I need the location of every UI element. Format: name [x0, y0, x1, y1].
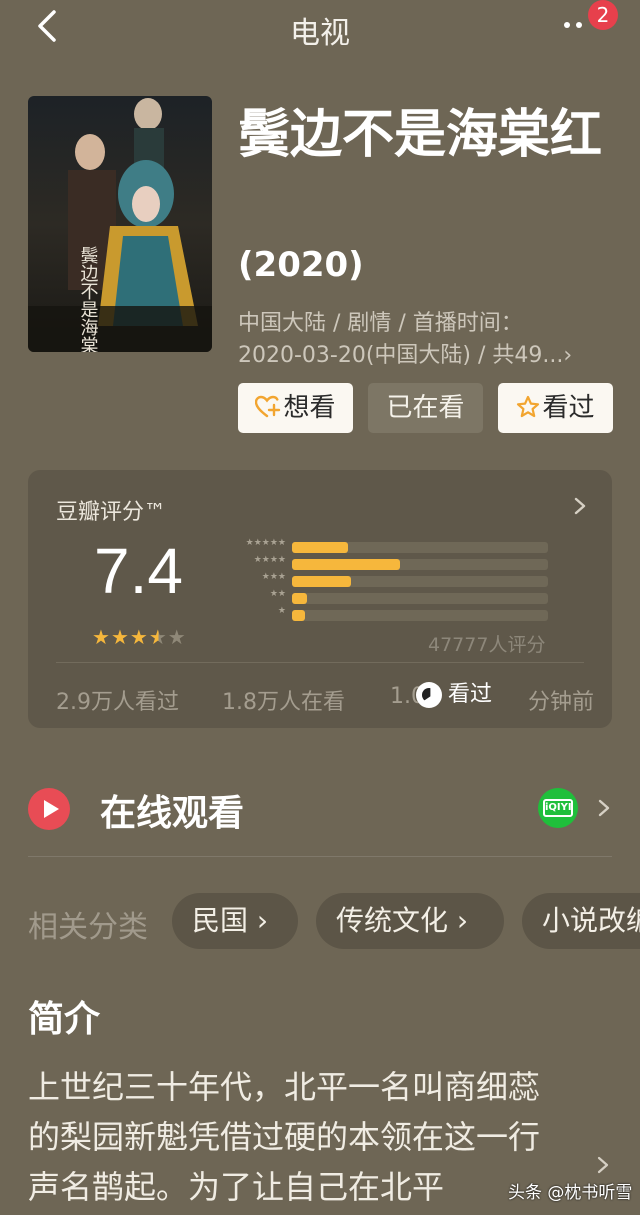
partial-stat-right: 分钟前 — [528, 690, 595, 715]
show-title: 鬓边不是海棠红 — [238, 105, 603, 165]
meta-line-2: 2020-03-20(中国大陆) / 共49...› — [238, 343, 573, 368]
divider — [28, 856, 612, 857]
distribution-stars: ★★★★ — [253, 555, 286, 565]
douban-rating-card[interactable]: 豆瓣评分™ 7.4 ★★★★★ ★★★★★ ★★★★ ★★★ ★★ ★ 47777人评分… — [28, 470, 612, 728]
meta-line-1: 中国大陆 / 剧情 / 首播时间： — [238, 311, 523, 336]
watched-count: 2.9万人看过 — [56, 690, 179, 715]
distribution-bar — [292, 542, 349, 553]
star-outline-icon — [517, 395, 540, 417]
divider — [56, 662, 584, 663]
chevron-right-icon[interactable] — [596, 1154, 610, 1176]
distribution-row: ★ — [218, 606, 558, 622]
synopsis-heading: 简介 — [28, 999, 101, 1040]
star-icon: ★ — [110, 625, 130, 649]
rating-count: 47777人评分 — [428, 634, 546, 656]
distribution-track — [292, 610, 548, 621]
distribution-stars: ★★★★★ — [245, 538, 286, 548]
watching-count: 1.8万人在看 — [222, 690, 345, 715]
distribution-track — [292, 576, 548, 587]
category-chip-novel-adaptation[interactable]: 小说改编 — [522, 893, 640, 949]
toast-text: 看过 — [448, 682, 493, 707]
show-meta[interactable]: 中国大陆 / 剧情 / 首播时间： 2020-03-20(中国大陆) / 共49… — [238, 308, 610, 372]
notification-badge[interactable]: 2 — [588, 0, 618, 30]
distribution-track — [292, 593, 548, 604]
star-icon: ★ — [148, 625, 168, 649]
category-chip-traditional-culture[interactable]: 传统文化 › — [316, 893, 504, 949]
heart-plus-icon — [255, 395, 281, 417]
play-icon — [28, 788, 70, 830]
rating-label: 豆瓣评分™ — [56, 500, 167, 525]
iqiyi-icon[interactable]: iQIYI — [538, 788, 578, 828]
star-icon: ★ — [92, 625, 111, 649]
distribution-row: ★★★ — [218, 572, 558, 588]
watch-online-row[interactable]: 在线观看 iQIYI — [28, 774, 612, 842]
top-bar: 电视 2 — [0, 0, 640, 52]
watched-button[interactable]: 看过 — [498, 383, 613, 433]
watch-online-label: 在线观看 — [100, 793, 245, 834]
distribution-stars: ★★★ — [261, 572, 286, 582]
star-icon: ★ — [167, 625, 187, 649]
loading-spinner-icon — [416, 682, 442, 708]
toast-overlay: 看过 — [416, 676, 492, 714]
distribution-stars: ★ — [277, 606, 286, 616]
related-categories-label: 相关分类 — [28, 910, 148, 945]
iqiyi-logo-text: iQIYI — [543, 799, 573, 817]
synopsis-text[interactable]: 上世纪三十年代，北平一名叫商细蕊的梨园新魁凭借过硬的本领在这一行声名鹊起。为了让… — [28, 1062, 568, 1212]
distribution-bar — [292, 593, 308, 604]
watched-label: 看过 — [542, 393, 595, 423]
distribution-track — [292, 559, 548, 570]
distribution-bar — [292, 559, 400, 570]
distribution-stars: ★★ — [269, 589, 286, 599]
want-to-watch-button[interactable]: 想看 — [238, 383, 353, 433]
want-label: 想看 — [283, 393, 336, 423]
watching-button[interactable]: 已在看 — [368, 383, 483, 433]
chevron-right-icon[interactable] — [596, 796, 612, 820]
rating-stars: ★★★★★ — [92, 625, 187, 649]
distribution-row: ★★★★ — [218, 555, 558, 571]
distribution-bar — [292, 610, 305, 621]
chevron-right-icon[interactable] — [570, 494, 590, 518]
watermark: 头条 @枕书听雪 — [508, 1183, 633, 1203]
show-year: (2020) — [238, 245, 364, 285]
poster-image[interactable]: 鬓边不是海棠红 — [28, 96, 212, 352]
distribution-track — [292, 542, 548, 553]
watching-label: 已在看 — [386, 393, 465, 423]
distribution-row: ★★ — [218, 589, 558, 605]
star-icon: ★ — [129, 625, 149, 649]
page-title: 电视 — [290, 16, 350, 51]
distribution-bar — [292, 576, 351, 587]
category-chip-minguo[interactable]: 民国 › — [172, 893, 298, 949]
distribution-row: ★★★★★ — [218, 538, 558, 554]
poster-title-text: 鬓边不是海棠红 — [78, 245, 99, 352]
more-options-icon[interactable] — [560, 10, 590, 40]
rating-score: 7.4 — [94, 535, 183, 607]
